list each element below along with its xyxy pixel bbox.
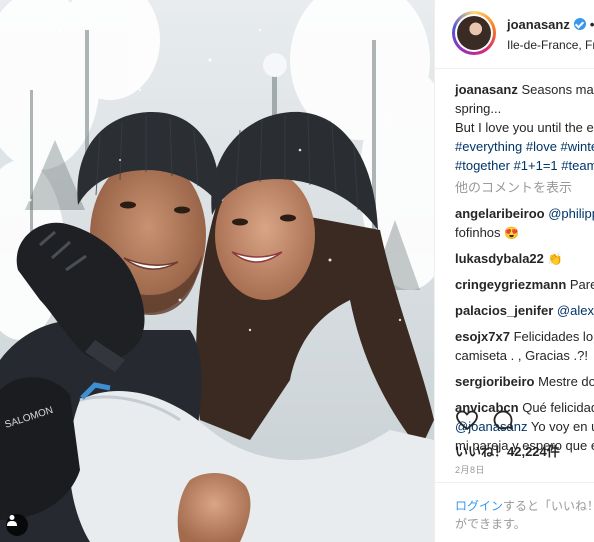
location-link[interactable]: Ile-de-France, France bbox=[507, 38, 594, 52]
comment-text: Felicidades lo bbox=[513, 329, 594, 344]
avatar[interactable] bbox=[455, 14, 493, 52]
comment-username[interactable]: lukasdybala22 bbox=[455, 251, 544, 266]
caption-text: spring... bbox=[455, 101, 502, 116]
login-link[interactable]: ログイン bbox=[455, 499, 503, 513]
comment-username[interactable]: esojx7x7 bbox=[455, 329, 510, 344]
login-prompt-text: すると「いいね！」 bbox=[503, 499, 594, 513]
verified-badge-icon bbox=[573, 18, 586, 30]
list-item: lukasdybala22 👏 bbox=[455, 249, 594, 268]
avatar-image bbox=[457, 16, 491, 50]
post-date[interactable]: 2月8日 bbox=[455, 463, 485, 476]
comment-icon[interactable] bbox=[491, 408, 515, 432]
comment-username[interactable]: palacios_jenifer bbox=[455, 303, 553, 318]
heart-eyes-emoji-icon: 😍 bbox=[504, 226, 520, 240]
header-username-row: joanasanz • bbox=[507, 17, 594, 32]
heart-icon[interactable] bbox=[455, 408, 479, 432]
comment-username[interactable]: sergioribeiro bbox=[455, 374, 534, 389]
hashtag-link[interactable]: #winter bbox=[561, 139, 594, 154]
likes-count[interactable]: いいね！42,224件 bbox=[455, 441, 560, 460]
comment-text: Mestre do bbox=[538, 374, 594, 389]
post-side-panel: joanasanz • Ile-de-France, France joanasa… bbox=[434, 0, 594, 542]
story-ring[interactable] bbox=[452, 11, 496, 55]
separator-dot: • bbox=[589, 17, 594, 32]
hashtag-link[interactable]: #teamwork bbox=[561, 158, 594, 173]
comment-text: Pare bbox=[569, 277, 594, 292]
hashtag-link[interactable]: #1+1=1 bbox=[514, 158, 558, 173]
comment-text: fofinhos bbox=[455, 225, 501, 240]
comment-username[interactable]: cringeygriezmann bbox=[455, 277, 566, 292]
list-item: esojx7x7 Felicidades lo camiseta . , Gra… bbox=[455, 327, 594, 365]
comment-text: camiseta . , Gracias .?! bbox=[455, 348, 588, 363]
caption-text: Seasons may change... bbox=[521, 82, 594, 97]
caption: joanasanz Seasons may change... spring..… bbox=[455, 80, 594, 175]
person-tag-icon[interactable] bbox=[6, 514, 28, 536]
header-username-link[interactable]: joanasanz bbox=[507, 17, 570, 32]
list-item: sergioribeiro Mestre do bbox=[455, 372, 594, 391]
caption-text: But I love you until the end bbox=[455, 120, 594, 135]
clapping-hands-emoji-icon: 👏 bbox=[547, 252, 563, 266]
login-prompt-text: ができます。 bbox=[455, 517, 526, 531]
login-prompt: ログインすると「いいね！」 ができます。 bbox=[435, 482, 594, 542]
list-item: cringeygriezmann Pare bbox=[455, 275, 594, 294]
post-photo[interactable]: SALOMON bbox=[0, 0, 434, 542]
couple-in-snow-image: SALOMON bbox=[0, 0, 434, 542]
post-header: joanasanz • Ile-de-France, France bbox=[435, 0, 594, 69]
hashtag-link[interactable]: #love bbox=[526, 139, 557, 154]
action-bar bbox=[455, 408, 594, 436]
hashtag-link[interactable]: #everything bbox=[455, 139, 522, 154]
view-more-comments-button[interactable]: 他のコメントを表示 bbox=[455, 178, 594, 197]
comment-username[interactable]: angelaribeiroo bbox=[455, 206, 545, 221]
hashtag-link[interactable]: #together bbox=[455, 158, 510, 173]
comments-list: joanasanz Seasons may change... spring..… bbox=[455, 80, 594, 455]
mention-link[interactable]: @philippecoutinho bbox=[548, 206, 594, 221]
caption-username[interactable]: joanasanz bbox=[455, 82, 518, 97]
mention-link[interactable]: @alex_ bbox=[557, 303, 594, 318]
list-item: palacios_jenifer @alex_ bbox=[455, 301, 594, 320]
list-item: angelaribeiroo @philippecoutinho fofinho… bbox=[455, 204, 594, 242]
